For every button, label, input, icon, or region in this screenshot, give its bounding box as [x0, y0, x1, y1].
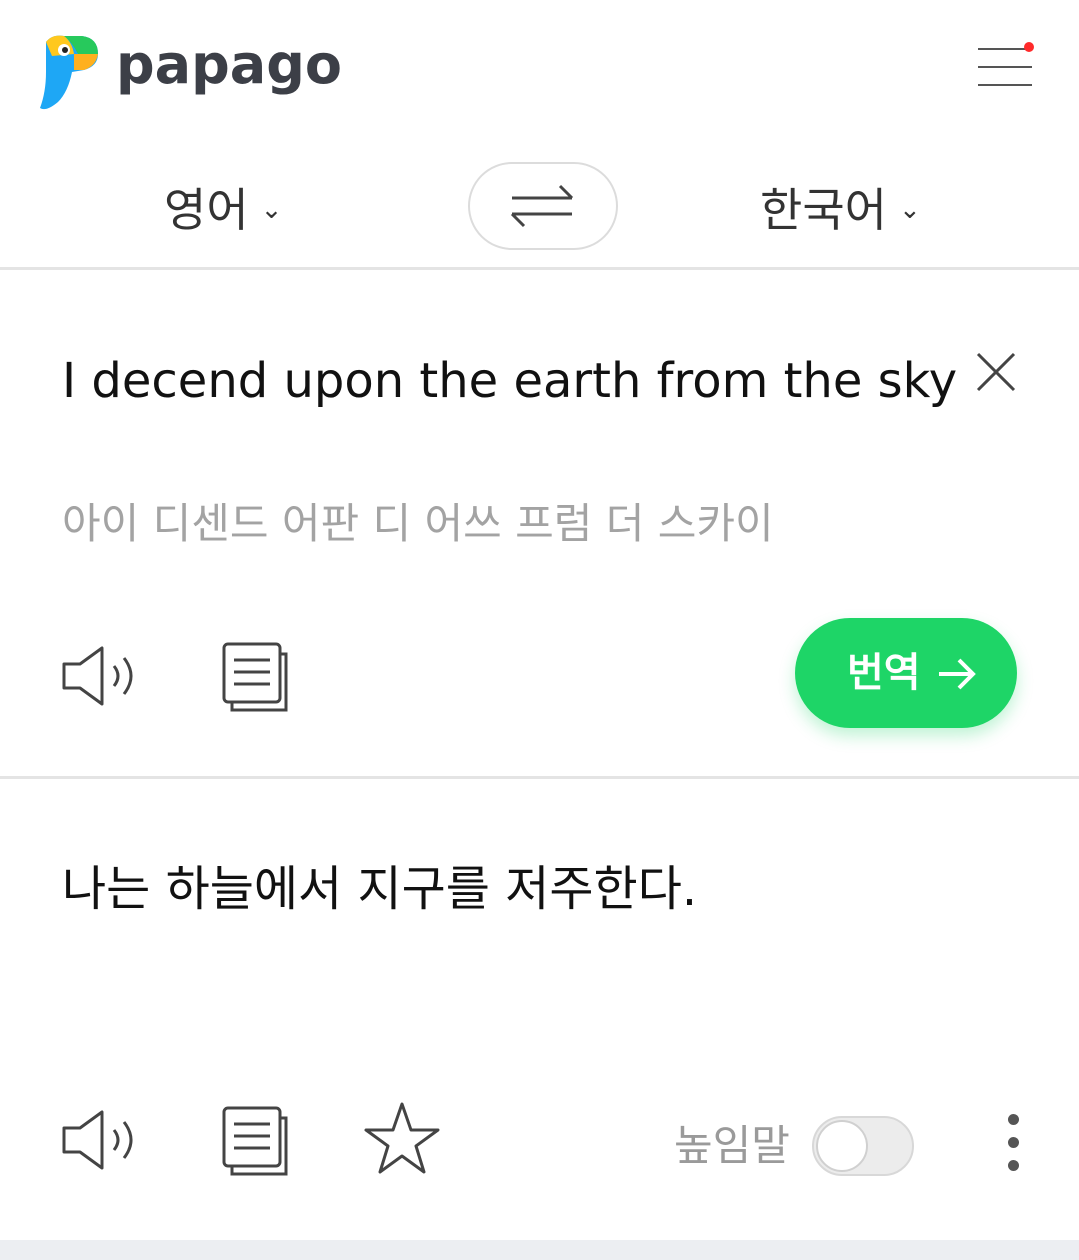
papago-page: papago 영어 ⌄ 한국어 ⌄ I decend upon the earth …: [0, 0, 1079, 1260]
pronunciation-text: 아이 디센드 어판 디 어쓰 프럼 더 스카이: [62, 499, 774, 548]
translate-button[interactable]: 번역: [795, 618, 1017, 728]
header: papago: [0, 0, 1079, 140]
chevron-down-icon: ⌄: [260, 194, 283, 225]
translate-button-label: 번역: [847, 650, 921, 696]
menu-button[interactable]: [972, 38, 1038, 92]
more-vertical-dot: [1008, 1160, 1019, 1171]
more-vertical-dot: [1008, 1137, 1019, 1148]
more-vertical-icon: [1008, 1114, 1019, 1125]
source-text-input[interactable]: I decend upon the earth from the sky: [62, 348, 957, 414]
chevron-down-icon: ⌄: [898, 194, 921, 225]
source-copy-button[interactable]: [214, 634, 298, 718]
star-icon: [364, 1102, 440, 1174]
target-language-label: 한국어: [760, 183, 887, 237]
close-icon: [976, 352, 1016, 392]
language-bar: 영어 ⌄ 한국어 ⌄: [0, 150, 1079, 268]
toggle-knob: [816, 1120, 868, 1172]
more-options-button[interactable]: [994, 1110, 1034, 1180]
copy-icon: [222, 642, 288, 712]
favorite-button[interactable]: [360, 1098, 444, 1182]
swap-languages-button[interactable]: [468, 162, 618, 250]
source-language-label: 영어: [164, 183, 249, 237]
brand-name: papago: [116, 33, 342, 96]
bottom-band: [0, 1240, 1079, 1260]
speaker-icon: [62, 1110, 133, 1170]
hamburger-menu-line: [978, 66, 1032, 68]
honorific-label: 높임말: [674, 1121, 790, 1170]
notification-dot: [1024, 42, 1034, 52]
honorific-toggle[interactable]: [812, 1116, 914, 1176]
result-copy-button[interactable]: [214, 1098, 298, 1182]
divider: [0, 776, 1079, 779]
divider: [0, 267, 1079, 270]
speaker-icon: [62, 646, 133, 706]
target-language-select[interactable]: 한국어 ⌄: [760, 180, 921, 244]
hamburger-menu-line: [978, 84, 1032, 86]
copy-icon: [222, 1106, 288, 1176]
clear-button[interactable]: [970, 346, 1022, 398]
translation-result-text: 나는 하늘에서 지구를 저주한다.: [62, 861, 698, 917]
source-speak-button[interactable]: [58, 634, 142, 718]
papago-logo: [40, 35, 98, 110]
source-language-select[interactable]: 영어 ⌄: [164, 180, 282, 244]
swap-arrows-icon: [510, 184, 574, 228]
result-speak-button[interactable]: [58, 1098, 142, 1182]
arrow-right-icon: [939, 658, 976, 690]
